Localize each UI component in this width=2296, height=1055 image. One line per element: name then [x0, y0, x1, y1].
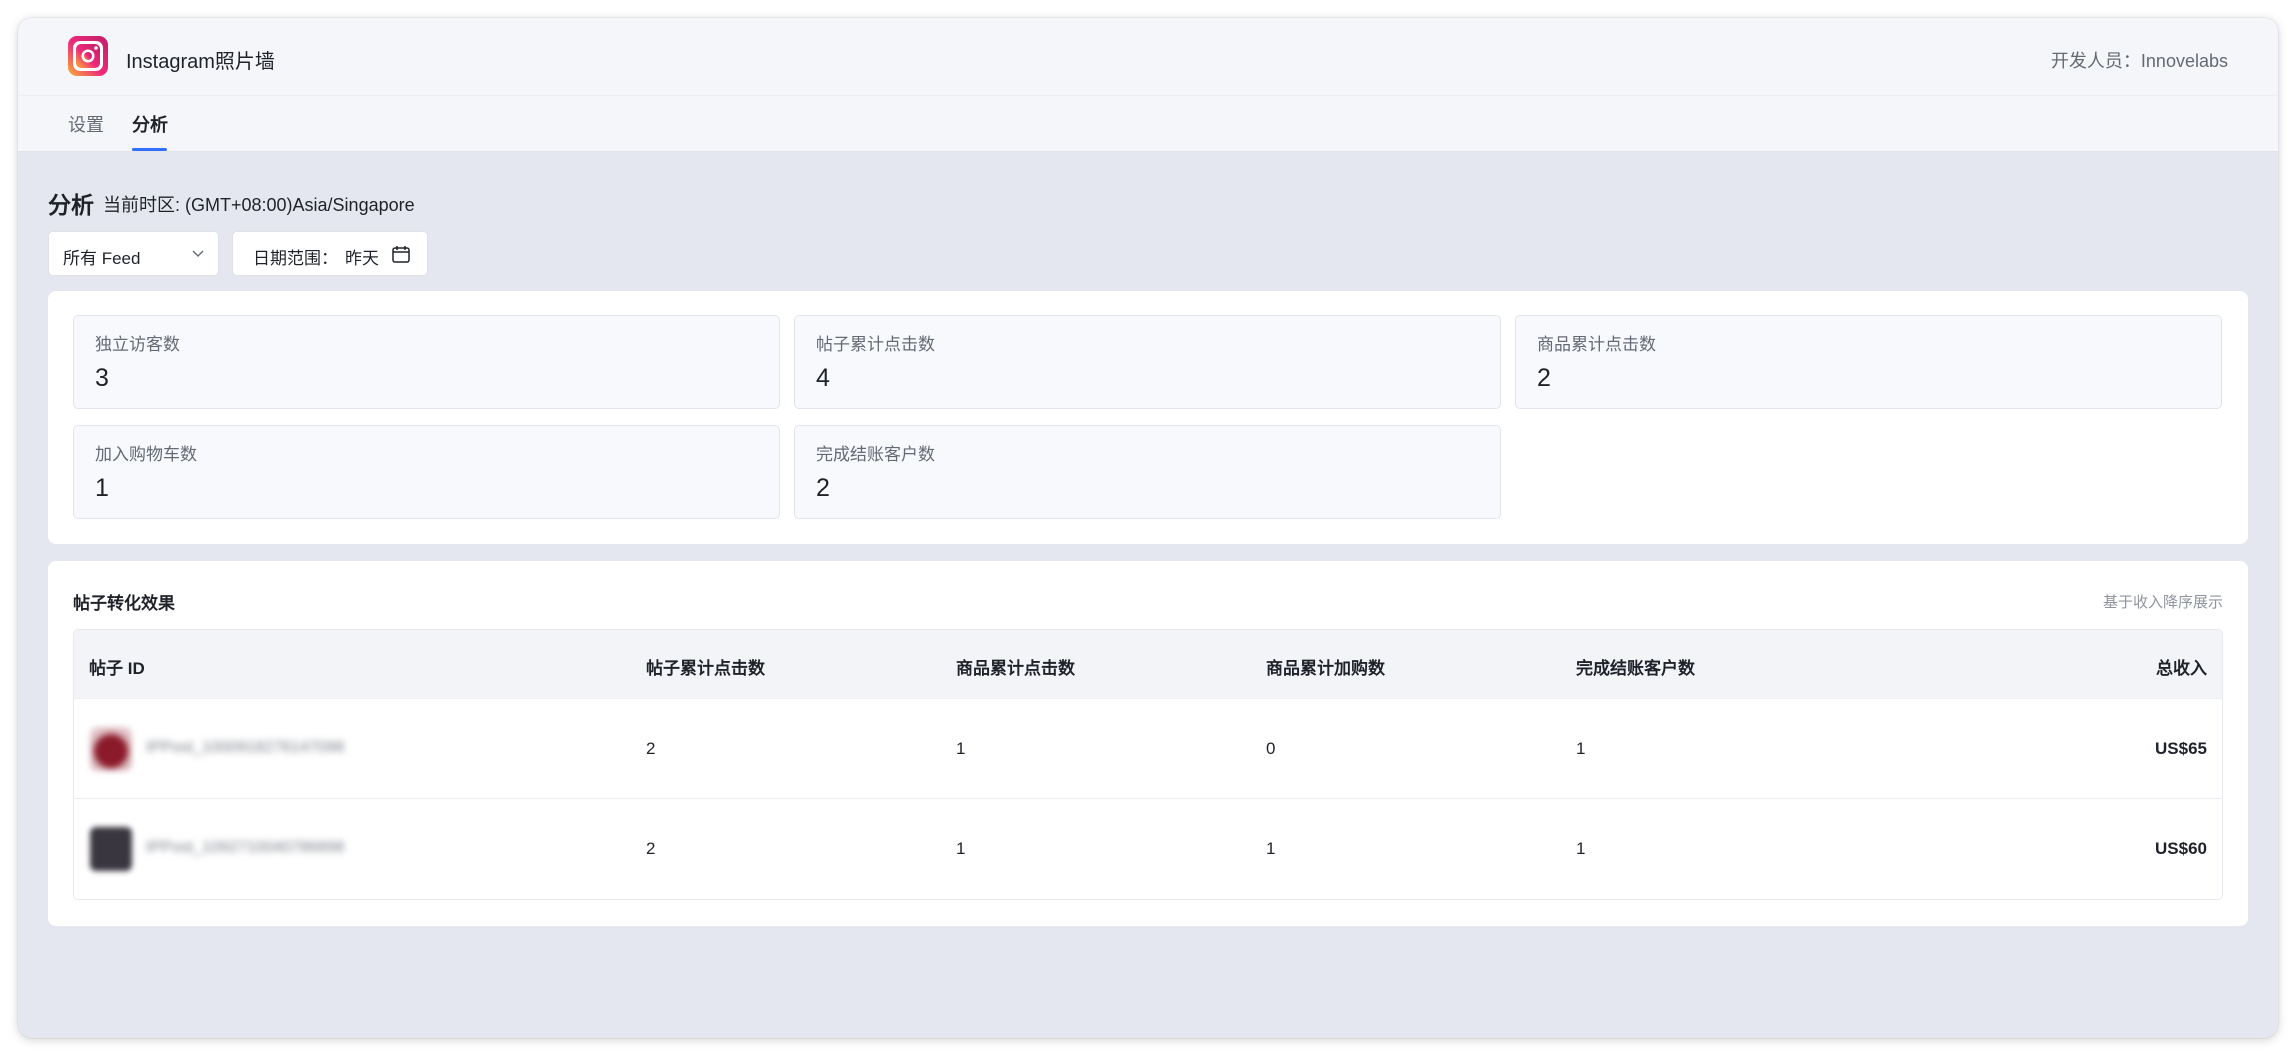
- cell-post-clicks: 2: [646, 739, 656, 758]
- cell-revenue: US$60: [2155, 839, 2207, 858]
- date-range-picker[interactable]: 日期范围： 昨天: [232, 231, 428, 276]
- metric-value: 2: [1537, 364, 1551, 392]
- column-header: 完成结账客户数: [1576, 659, 1695, 678]
- cell-add-to-cart: 0: [1266, 739, 1276, 758]
- metric-unique-visitors: 独立访客数 3: [73, 315, 780, 409]
- feed-select-value: 所有 Feed: [63, 249, 141, 268]
- developer-info: 开发人员：Innovelabs: [2050, 51, 2228, 71]
- post-id: IPPost_1092710040786898: [146, 839, 345, 856]
- table-row[interactable]: IPPost_1092710040786898 2 1 1 1 US$60: [74, 798, 2222, 898]
- feed-select[interactable]: 所有 Feed: [48, 231, 219, 276]
- page-title: 分析: [48, 192, 94, 218]
- post-thumbnail: [90, 827, 132, 871]
- metric-label: 帖子累计点击数: [816, 335, 935, 354]
- sort-hint: 基于收入降序展示: [2102, 594, 2223, 611]
- table-title: 帖子转化效果: [73, 594, 175, 613]
- metric-label: 完成结账客户数: [816, 445, 935, 464]
- tab-settings[interactable]: 设置: [68, 111, 104, 137]
- metric-label: 独立访客数: [95, 335, 180, 354]
- metric-value: 3: [95, 364, 109, 392]
- metrics-card: 独立访客数 3 帖子累计点击数 4 商品累计点击数 2 加入购物车数 1 完成结…: [48, 291, 2248, 544]
- column-header: 总收入: [2156, 659, 2207, 678]
- app-title: Instagram照片墙: [126, 51, 275, 73]
- cell-checkouts: 1: [1576, 839, 1586, 858]
- post-conversion-table: 帖子 ID 帖子累计点击数 商品累计点击数 商品累计加购数 完成结账客户数 总收…: [73, 629, 2223, 900]
- metric-value: 4: [816, 364, 830, 392]
- metric-value: 1: [95, 474, 109, 502]
- app-window: Instagram照片墙 开发人员：Innovelabs 设置 分析 分析 当前…: [18, 18, 2278, 1038]
- table-header: 帖子 ID 帖子累计点击数 商品累计点击数 商品累计加购数 完成结账客户数 总收…: [74, 630, 2222, 698]
- date-range-label: 日期范围：: [253, 249, 338, 268]
- metric-add-to-cart: 加入购物车数 1: [73, 425, 780, 519]
- timezone-label: 当前时区: (GMT+08:00)Asia/Singapore: [103, 195, 415, 215]
- cell-add-to-cart: 1: [1266, 839, 1276, 858]
- cell-post-clicks: 2: [646, 839, 656, 858]
- metric-label: 加入购物车数: [95, 445, 197, 464]
- cell-product-clicks: 1: [956, 739, 966, 758]
- cell-checkouts: 1: [1576, 739, 1586, 758]
- table-row[interactable]: IPPost_1000918276147098 2 1 0 1 US$65: [74, 698, 2222, 798]
- top-bar: Instagram照片墙 开发人员：Innovelabs 设置 分析: [18, 18, 2278, 152]
- app-header: Instagram照片墙 开发人员：Innovelabs: [18, 18, 2278, 96]
- post-thumbnail: [90, 727, 132, 771]
- tab-analytics[interactable]: 分析: [132, 111, 168, 137]
- calendar-icon: [392, 246, 410, 263]
- post-id: IPPost_1000918276147098: [146, 739, 345, 756]
- chevron-down-icon: [192, 250, 204, 257]
- metric-checkouts: 完成结账客户数 2: [794, 425, 1501, 519]
- active-tab-indicator: [132, 148, 167, 151]
- cell-product-clicks: 1: [956, 839, 966, 858]
- column-header: 帖子累计点击数: [646, 659, 765, 678]
- metric-value: 2: [816, 474, 830, 502]
- post-conversion-card: 帖子转化效果 基于收入降序展示 帖子 ID 帖子累计点击数 商品累计点击数 商品…: [48, 561, 2248, 926]
- date-range-value: 昨天: [345, 249, 379, 268]
- metric-label: 商品累计点击数: [1537, 335, 1656, 354]
- column-header: 商品累计点击数: [956, 659, 1075, 678]
- cell-revenue: US$65: [2155, 739, 2207, 758]
- column-header: 商品累计加购数: [1266, 659, 1385, 678]
- metric-product-clicks: 商品累计点击数 2: [1515, 315, 2222, 409]
- metric-post-clicks: 帖子累计点击数 4: [794, 315, 1501, 409]
- column-header: 帖子 ID: [89, 659, 145, 678]
- instagram-logo-icon: [68, 36, 108, 76]
